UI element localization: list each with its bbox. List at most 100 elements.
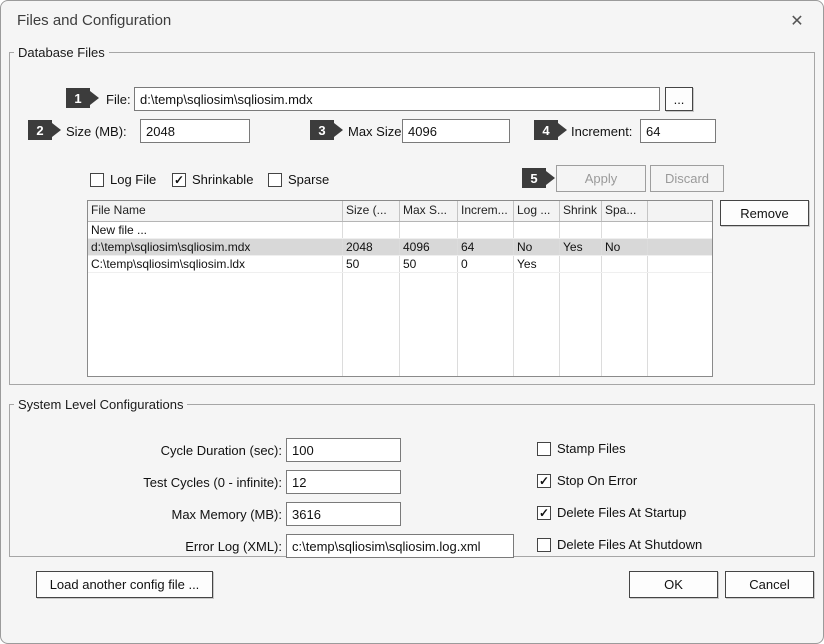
file-label: File: (106, 92, 131, 107)
cell-max-size (400, 222, 458, 238)
cell-log: Yes (514, 256, 560, 272)
column-header-blank (648, 201, 712, 221)
title-bar: Files and Configuration ✕ (1, 1, 823, 41)
load-config-button[interactable]: Load another config file ... (36, 571, 213, 598)
table-row-empty (88, 324, 712, 341)
apply-button[interactable]: Apply (556, 165, 646, 192)
column-header-sparse[interactable]: Spa... (602, 201, 648, 221)
cell-max-size: 50 (400, 256, 458, 272)
cell-blank (648, 256, 712, 272)
column-header-max-size[interactable]: Max S... (400, 201, 458, 221)
size-input[interactable] (140, 119, 250, 143)
cycle-duration-label: Cycle Duration (sec): (14, 443, 282, 458)
cell-size (343, 222, 400, 238)
table-row-empty (88, 375, 712, 377)
cell-blank (648, 239, 712, 255)
cycle-duration-input[interactable] (286, 438, 401, 462)
browse-button[interactable]: ... (665, 87, 693, 111)
file-input[interactable] (134, 87, 660, 111)
callout-4-badge: 4 (534, 120, 558, 140)
cell-file-name[interactable]: d:\temp\sqliosim\sqliosim.mdx (88, 239, 343, 255)
discard-button[interactable]: Discard (650, 165, 724, 192)
table-row-empty (88, 273, 712, 290)
cell-sparse (602, 222, 648, 238)
table-row-new-file[interactable]: New file ... (88, 222, 712, 239)
cell-shrink: Yes (560, 239, 602, 255)
cell-file-name[interactable]: C:\temp\sqliosim\sqliosim.ldx (88, 256, 343, 272)
stamp-files-checkbox-box[interactable] (537, 442, 551, 456)
ok-button[interactable]: OK (629, 571, 718, 598)
increment-input[interactable] (640, 119, 716, 143)
cell-log: No (514, 239, 560, 255)
stop-on-error-checkbox-label: Stop On Error (557, 473, 637, 488)
shrinkable-checkbox-box[interactable] (172, 173, 186, 187)
shrinkable-checkbox[interactable]: Shrinkable (172, 172, 253, 187)
close-icon[interactable]: ✕ (785, 9, 809, 33)
system-level-configurations-legend: System Level Configurations (14, 397, 187, 412)
table-row-mdx-file[interactable]: d:\temp\sqliosim\sqliosim.mdx 2048 4096 … (88, 239, 712, 256)
cell-size: 50 (343, 256, 400, 272)
cell-shrink (560, 222, 602, 238)
column-header-log[interactable]: Log ... (514, 201, 560, 221)
cell-size: 2048 (343, 239, 400, 255)
callout-3-badge: 3 (310, 120, 334, 140)
cell-max-size: 4096 (400, 239, 458, 255)
cell-increment (458, 222, 514, 238)
delete-files-at-shutdown-checkbox-box[interactable] (537, 538, 551, 552)
database-files-legend: Database Files (14, 45, 109, 60)
stop-on-error-checkbox-box[interactable] (537, 474, 551, 488)
files-table[interactable]: File Name Size (... Max S... Increm... L… (87, 200, 713, 377)
delete-files-at-startup-checkbox-label: Delete Files At Startup (557, 505, 686, 520)
delete-files-at-shutdown-checkbox[interactable]: Delete Files At Shutdown (537, 537, 702, 552)
table-row-ldx-file[interactable]: C:\temp\sqliosim\sqliosim.ldx 50 50 0 Ye… (88, 256, 712, 273)
system-level-configurations-group: System Level Configurations Cycle Durati… (9, 397, 815, 557)
cell-increment: 0 (458, 256, 514, 272)
shrinkable-checkbox-label: Shrinkable (192, 172, 253, 187)
callout-1-badge: 1 (66, 88, 90, 108)
delete-files-at-startup-checkbox-box[interactable] (537, 506, 551, 520)
table-row-empty (88, 358, 712, 375)
max-memory-input[interactable] (286, 502, 401, 526)
column-header-file-name[interactable]: File Name (88, 201, 343, 221)
stamp-files-checkbox[interactable]: Stamp Files (537, 441, 626, 456)
delete-files-at-shutdown-checkbox-label: Delete Files At Shutdown (557, 537, 702, 552)
log-file-checkbox-label: Log File (110, 172, 156, 187)
table-row-empty (88, 307, 712, 324)
sparse-checkbox-box[interactable] (268, 173, 282, 187)
log-file-checkbox-box[interactable] (90, 173, 104, 187)
column-header-shrink[interactable]: Shrink (560, 201, 602, 221)
cell-file-name[interactable]: New file ... (88, 222, 343, 238)
table-row-empty (88, 341, 712, 358)
max-memory-label: Max Memory (MB): (14, 507, 282, 522)
delete-files-at-startup-checkbox[interactable]: Delete Files At Startup (537, 505, 686, 520)
table-row-empty (88, 290, 712, 307)
increment-label: Increment: (571, 124, 632, 139)
stamp-files-checkbox-label: Stamp Files (557, 441, 626, 456)
error-log-label: Error Log (XML): (14, 539, 282, 554)
cell-sparse: No (602, 239, 648, 255)
window-title: Files and Configuration (17, 12, 171, 29)
remove-button[interactable]: Remove (720, 200, 809, 226)
test-cycles-input[interactable] (286, 470, 401, 494)
sparse-checkbox-label: Sparse (288, 172, 329, 187)
files-table-header: File Name Size (... Max S... Increm... L… (88, 201, 712, 222)
cell-increment: 64 (458, 239, 514, 255)
sparse-checkbox[interactable]: Sparse (268, 172, 329, 187)
callout-2-badge: 2 (28, 120, 52, 140)
column-header-increment[interactable]: Increm... (458, 201, 514, 221)
cell-log (514, 222, 560, 238)
max-size-label: Max Size: (348, 124, 405, 139)
test-cycles-label: Test Cycles (0 - infinite): (14, 475, 282, 490)
max-size-input[interactable] (402, 119, 510, 143)
cancel-button[interactable]: Cancel (725, 571, 814, 598)
error-log-input[interactable] (286, 534, 514, 558)
cell-sparse (602, 256, 648, 272)
callout-5-badge: 5 (522, 168, 546, 188)
files-and-configuration-dialog: Files and Configuration ✕ Database Files… (0, 0, 824, 644)
log-file-checkbox[interactable]: Log File (90, 172, 156, 187)
stop-on-error-checkbox[interactable]: Stop On Error (537, 473, 637, 488)
size-label: Size (MB): (66, 124, 127, 139)
column-header-size[interactable]: Size (... (343, 201, 400, 221)
cell-shrink (560, 256, 602, 272)
database-files-group: Database Files 1 File: ... 2 Size (MB): … (9, 45, 815, 385)
